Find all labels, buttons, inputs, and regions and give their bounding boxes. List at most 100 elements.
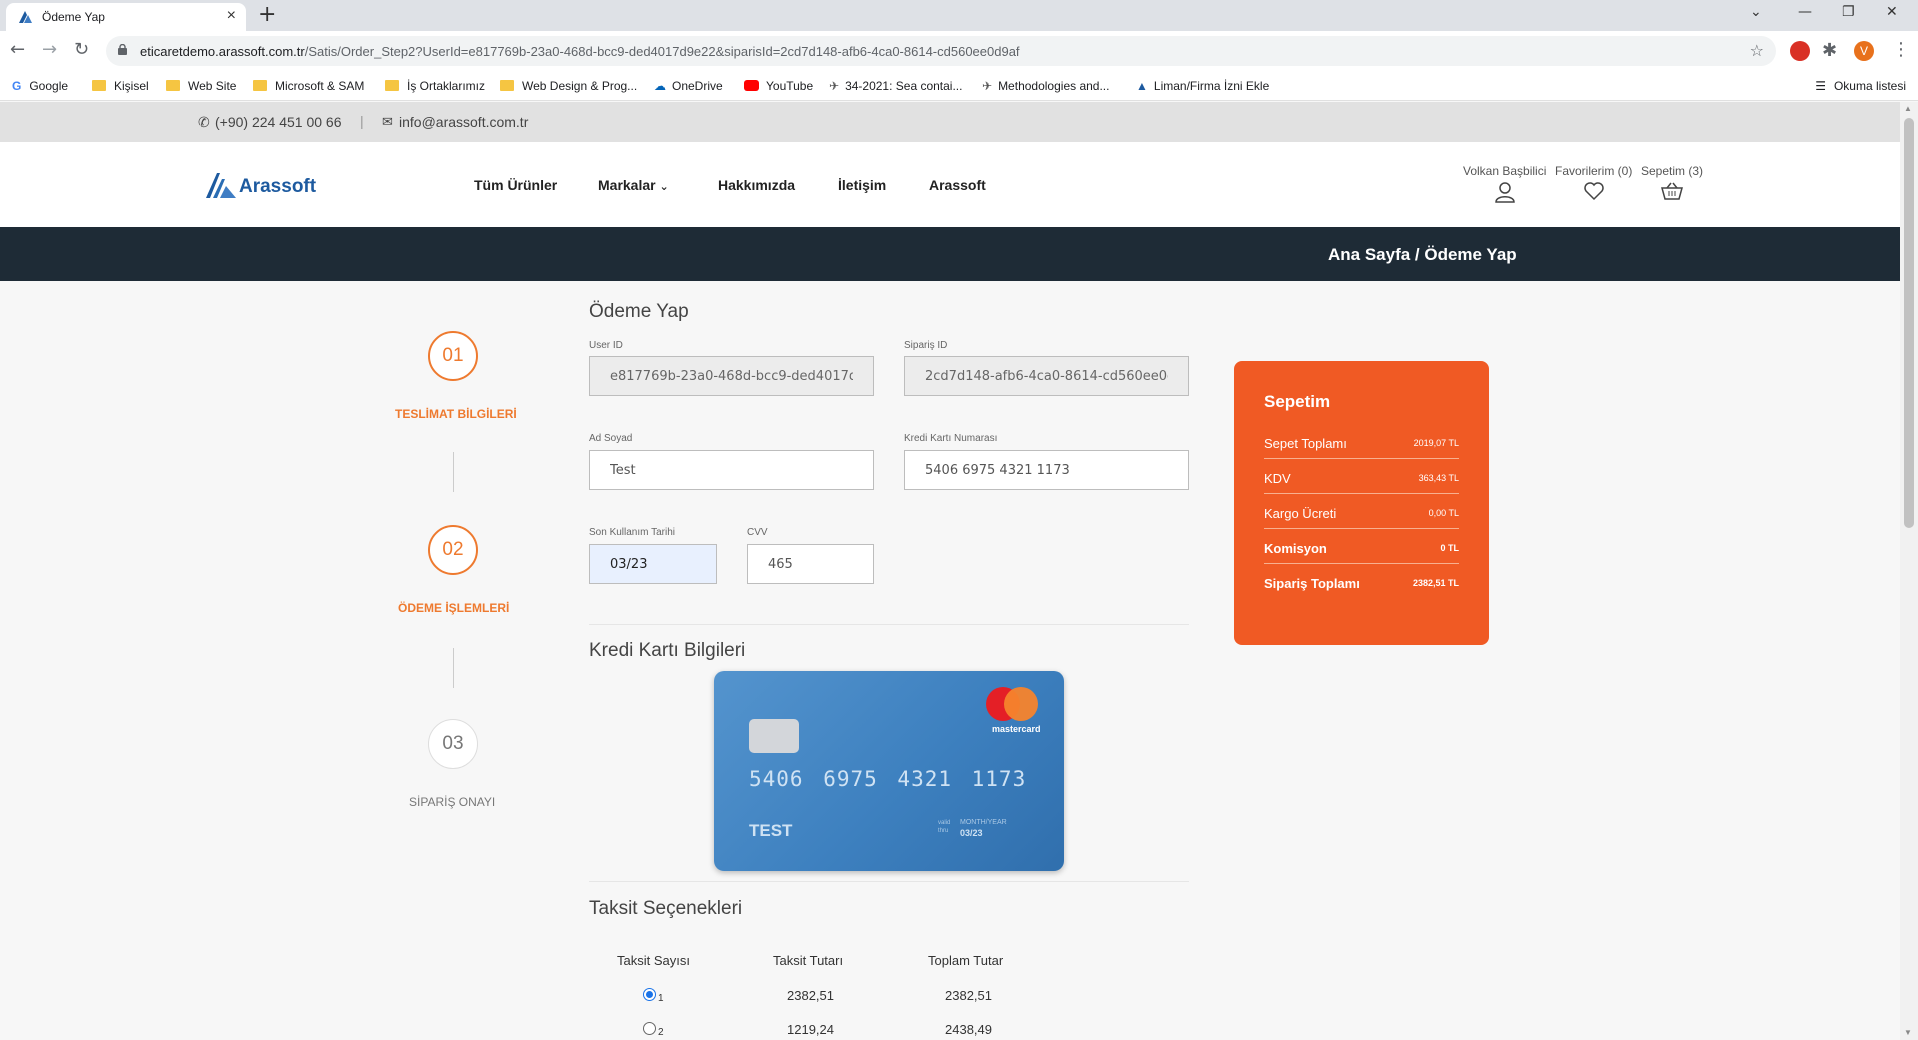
bookmark-onedrive[interactable]: ☁ OneDrive <box>654 79 723 93</box>
cvv-input[interactable] <box>747 544 874 584</box>
favorites-label: Favorilerim (0) <box>1555 164 1633 178</box>
card-number-display: 5406 6975 4321 1173 <box>749 767 1027 791</box>
scrollbar-thumb[interactable] <box>1904 118 1914 528</box>
opera-extension-icon[interactable] <box>1790 41 1810 61</box>
restore-icon[interactable]: ❐ <box>1842 4 1855 20</box>
installment-amount: 1219,24 <box>787 1022 834 1037</box>
bookmark-microsoft-sam[interactable]: Microsoft & SAM <box>253 79 364 93</box>
heart-icon <box>1583 182 1604 201</box>
menu-markalar-label: Markalar <box>598 177 656 193</box>
payment-form-title: Ödeme Yap <box>589 301 689 322</box>
tab-close-icon[interactable]: × <box>227 7 236 25</box>
card-number-label: Kredi Kartı Numarası <box>904 433 998 444</box>
reload-icon[interactable]: ↻ <box>74 39 89 60</box>
browser-toolbar: ← → ↻ eticaretdemo.arassoft.com.tr/Satis… <box>0 31 1918 71</box>
installment-total-header: Toplam Tutar <box>928 953 1004 968</box>
folder-icon <box>92 80 106 91</box>
installment-radio-2[interactable] <box>643 1022 656 1035</box>
bookmark-web-site[interactable]: Web Site <box>166 79 236 93</box>
bookmark-liman-firma[interactable]: ▲ Liman/Firma İzni Ekle <box>1136 79 1269 93</box>
bookmark-google[interactable]: G Google <box>12 79 68 93</box>
step-connector <box>453 452 454 492</box>
step-3-circle: 03 <box>428 719 478 769</box>
menu-arassoft[interactable]: Arassoft <box>929 177 986 193</box>
favorites-link[interactable]: Favorilerim (0) <box>1555 164 1632 201</box>
credit-card-preview: mastercard 5406 6975 4321 1173 TEST vali… <box>714 671 1064 871</box>
mail-icon: ✉ <box>382 114 393 129</box>
back-arrow-icon[interactable]: ← <box>10 39 25 60</box>
browser-menu-icon[interactable]: ⋮ <box>1892 39 1910 60</box>
name-input[interactable] <box>589 450 874 490</box>
phone-number: (+90) 224 451 00 66 <box>215 114 342 130</box>
installment-amount-header: Taksit Tutarı <box>773 953 844 968</box>
email-address[interactable]: info@arassoft.com.tr <box>399 114 528 130</box>
lock-icon <box>118 44 127 55</box>
basket-row-value: 2019,07 TL <box>1413 438 1459 448</box>
divider <box>589 624 1189 625</box>
mastercard-logo-icon <box>1004 687 1038 721</box>
logo-text: Arassoft <box>239 176 317 197</box>
bookmark-sea-container[interactable]: ✈ 34-2021: Sea contai... <box>829 79 962 93</box>
cvv-label: CVV <box>747 527 768 538</box>
menu-iletisim[interactable]: İletişim <box>838 177 886 193</box>
basket-row-value: 2382,51 TL <box>1412 578 1459 588</box>
new-tab-button[interactable]: + <box>258 2 276 27</box>
basket-row-label: Komisyon <box>1264 541 1327 556</box>
installment-count: 2 <box>658 1027 664 1038</box>
order-id-input[interactable] <box>904 356 1189 396</box>
installment-total: 2382,51 <box>945 988 992 1003</box>
user-account-link[interactable]: Volkan Başbilici <box>1463 164 1546 203</box>
forward-arrow-icon[interactable]: → <box>42 39 57 60</box>
window-close-icon[interactable]: ✕ <box>1886 4 1898 20</box>
user-icon <box>1494 182 1515 203</box>
installment-count: 1 <box>658 993 664 1004</box>
cart-link[interactable]: Sepetim (3) <box>1641 164 1703 201</box>
menu-tum-urunler[interactable]: Tüm Ürünler <box>474 177 557 193</box>
step-1-circle: 01 <box>428 331 478 381</box>
bookmark-is-ortaklarimiz[interactable]: İş Ortaklarımız <box>385 79 485 93</box>
cart-label: Sepetim (3) <box>1641 164 1704 178</box>
folder-icon <box>500 80 514 91</box>
profile-avatar[interactable]: V <box>1854 41 1874 61</box>
basket-row-shipping: Kargo Ücreti 0,00 TL <box>1264 494 1459 529</box>
basket-row-label: KDV <box>1264 471 1291 486</box>
order-id-label: Sipariş ID <box>904 340 948 351</box>
menu-markalar[interactable]: Markalar ⌄ <box>598 177 669 193</box>
basket-row-order-total: Sipariş Toplamı 2382,51 TL <box>1264 564 1459 599</box>
step-1-label: TESLİMAT BİLGİLERİ <box>395 407 517 421</box>
basket-row-value: 363,43 TL <box>1418 473 1459 483</box>
card-valid-thru-label: valid thru <box>938 820 951 834</box>
bookmark-youtube[interactable]: YouTube <box>744 79 813 93</box>
card-holder-display: TEST <box>749 821 793 840</box>
arassoft-logo-icon <box>206 173 236 198</box>
basket-row-value: 0,00 TL <box>1428 508 1459 518</box>
user-id-input[interactable] <box>589 356 874 396</box>
basket-row-subtotal: Sepet Toplamı 2019,07 TL <box>1264 424 1459 459</box>
bookmark-web-design[interactable]: Web Design & Prog... <box>500 79 637 93</box>
bookmark-methodologies[interactable]: ✈ Methodologies and... <box>982 79 1109 93</box>
bookmark-kisisel[interactable]: Kişisel <box>92 79 149 93</box>
browser-tab[interactable]: Ödeme Yap × <box>6 3 246 31</box>
folder-icon <box>385 80 399 91</box>
ship-icon: ✈ <box>982 79 993 93</box>
basket-row-label: Kargo Ücreti <box>1264 506 1337 521</box>
installments-title: Taksit Seçenekleri <box>589 898 743 919</box>
extensions-puzzle-icon[interactable]: ✱ <box>1822 40 1837 61</box>
expiry-label: Son Kullanım Tarihi <box>589 527 675 538</box>
basket-icon <box>1661 182 1683 200</box>
scroll-down-arrow-icon[interactable]: ▼ <box>1904 1028 1912 1037</box>
menu-hakkimizda[interactable]: Hakkımızda <box>718 177 795 193</box>
minimize-icon[interactable]: — <box>1798 4 1812 20</box>
contact-separator: | <box>360 113 364 129</box>
tab-search-icon[interactable]: ⌄ <box>1750 4 1762 20</box>
installment-radio-1[interactable] <box>643 988 656 1001</box>
cloud-icon: ☁ <box>654 79 666 93</box>
chevron-down-icon: ⌄ <box>659 181 669 193</box>
scroll-up-arrow-icon[interactable]: ▲ <box>1904 104 1912 113</box>
reading-list-button[interactable]: ☰ Okuma listesi <box>1815 79 1906 93</box>
card-number-input[interactable] <box>904 450 1189 490</box>
bookmarks-bar: G Google Kişisel Web Site Microsoft & SAM… <box>0 71 1918 101</box>
address-bar[interactable]: eticaretdemo.arassoft.com.tr/Satis/Order… <box>106 36 1776 66</box>
bookmark-star-icon[interactable]: ☆ <box>1750 41 1764 61</box>
expiry-input[interactable] <box>589 544 717 584</box>
